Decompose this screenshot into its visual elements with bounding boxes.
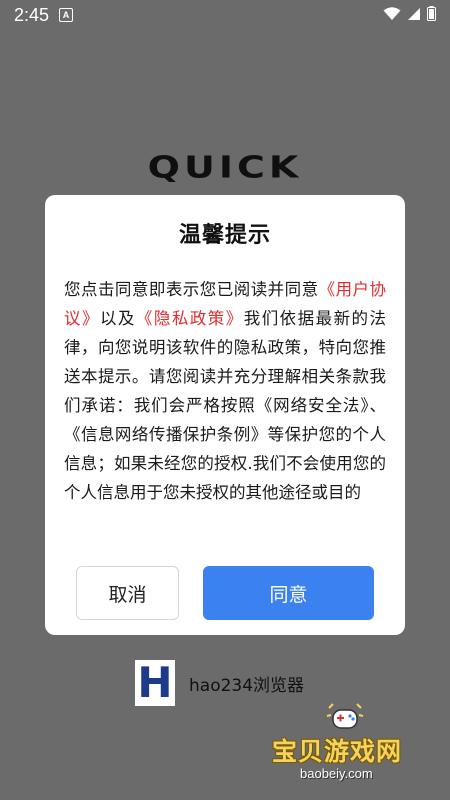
watermark-url: baobeiy.com bbox=[300, 766, 373, 781]
privacy-policy-link[interactable]: 《隐私政策》 bbox=[136, 309, 244, 328]
body-and: 以及 bbox=[99, 309, 136, 328]
body-prefix: 您点击同意即表示您已阅读并同意 bbox=[64, 280, 319, 299]
watermark-text: 宝贝游戏网 bbox=[272, 737, 403, 766]
screen: 2:45 A QUICK 温馨提示 您点击同意即表示您已阅读并同意《用户协议》以… bbox=[0, 0, 450, 800]
cancel-button[interactable]: 取消 bbox=[76, 566, 179, 620]
dialog-title: 温馨提示 bbox=[178, 223, 271, 248]
battery-icon bbox=[427, 5, 436, 25]
browser-name: hao234浏览器 bbox=[189, 675, 305, 696]
body-rest: 我们依据最新的法律，向您说明该软件的隐私政策，特向您推送本提示。请您阅读并充分理… bbox=[64, 309, 386, 502]
dialog-body: 您点击同意即表示您已阅读并同意《用户协议》以及《隐私政策》我们依据最新的法律，向… bbox=[64, 275, 386, 533]
browser-logo: H bbox=[135, 660, 175, 706]
cellular-signal-icon bbox=[407, 6, 421, 25]
notification-a-icon: A bbox=[59, 8, 74, 22]
privacy-dialog: 温馨提示 您点击同意即表示您已阅读并同意《用户协议》以及《隐私政策》我们依据最新… bbox=[45, 195, 405, 635]
app-logo: QUICK bbox=[147, 149, 303, 185]
status-right bbox=[383, 5, 436, 25]
status-left: 2:45 A bbox=[14, 4, 74, 26]
status-time: 2:45 bbox=[14, 4, 50, 25]
watermark: 宝贝游戏网 baobeiy.com bbox=[270, 700, 450, 790]
wifi-icon bbox=[383, 6, 401, 25]
agree-button[interactable]: 同意 bbox=[203, 566, 374, 620]
status-bar: 2:45 A bbox=[0, 0, 450, 30]
